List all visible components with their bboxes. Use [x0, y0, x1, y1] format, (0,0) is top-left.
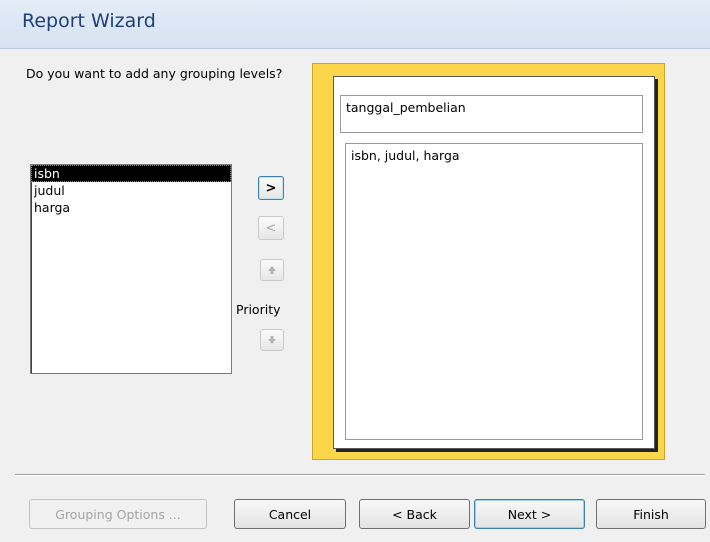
- list-item-isbn[interactable]: isbn: [31, 165, 231, 182]
- report-preview-page: tanggal_pembelian isbn, judul, harga: [333, 76, 655, 449]
- priority-up-button[interactable]: [260, 259, 284, 281]
- grouping-options-label: Grouping Options ...: [55, 506, 181, 522]
- priority-down-button[interactable]: [260, 329, 284, 351]
- next-label: Next >: [507, 506, 552, 522]
- window-title: Report Wizard: [22, 10, 156, 32]
- finish-label: Finish: [633, 506, 669, 522]
- remove-grouping-button[interactable]: <: [258, 216, 284, 240]
- back-label: < Back: [392, 506, 437, 522]
- detail-fields-text: isbn, judul, harga: [351, 148, 460, 163]
- detail-fields-box: isbn, judul, harga: [345, 143, 643, 440]
- title-bar: Report Wizard: [0, 0, 710, 49]
- grouping-question: Do you want to add any grouping levels?: [26, 66, 283, 81]
- priority-label: Priority: [236, 302, 281, 317]
- add-grouping-label: >: [265, 180, 277, 196]
- remove-grouping-label: <: [265, 220, 277, 236]
- list-item-harga[interactable]: harga: [31, 199, 231, 216]
- grouping-level-text: tanggal_pembelian: [346, 100, 466, 115]
- report-preview-frame: tanggal_pembelian isbn, judul, harga: [312, 63, 665, 460]
- grouping-options-button[interactable]: Grouping Options ...: [29, 499, 207, 529]
- arrow-down-icon: [268, 336, 276, 344]
- list-item-judul[interactable]: judul: [31, 182, 231, 199]
- cancel-label: Cancel: [268, 506, 312, 522]
- grouping-level-box: tanggal_pembelian: [340, 95, 643, 133]
- finish-button[interactable]: Finish: [596, 499, 706, 529]
- cancel-button[interactable]: Cancel: [234, 499, 346, 529]
- footer-separator: [15, 474, 705, 476]
- arrow-up-icon: [268, 266, 276, 274]
- next-button[interactable]: Next >: [474, 499, 585, 529]
- back-button[interactable]: < Back: [359, 499, 470, 529]
- available-fields-list[interactable]: isbn judul harga: [30, 164, 232, 374]
- add-grouping-button[interactable]: >: [258, 176, 284, 200]
